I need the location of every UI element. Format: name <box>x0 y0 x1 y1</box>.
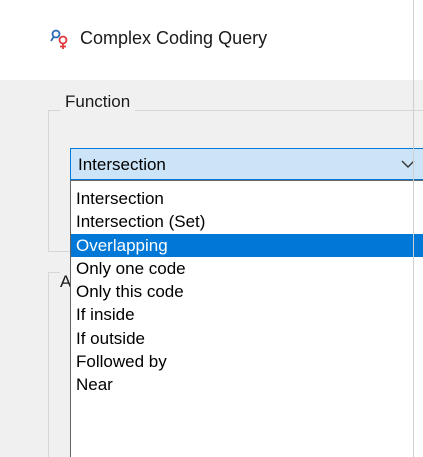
second-group-label: A <box>60 272 72 292</box>
option-if-inside[interactable]: If inside <box>71 303 423 326</box>
option-only-one-code[interactable]: Only one code <box>71 257 423 280</box>
option-if-outside[interactable]: If outside <box>71 327 423 350</box>
coding-query-icon <box>50 29 68 49</box>
option-only-this-code[interactable]: Only this code <box>71 280 423 303</box>
window-edge <box>413 0 414 457</box>
dialog-title: Complex Coding Query <box>80 28 268 48</box>
function-dropdown-list: Intersection Intersection (Set) Overlapp… <box>70 180 423 457</box>
function-group-label: Function <box>60 92 136 112</box>
option-near[interactable]: Near <box>71 373 423 396</box>
function-combobox-value: Intersection <box>78 155 166 174</box>
complex-coding-query-dialog: Complex Coding Query Function A Intersec… <box>0 0 423 457</box>
title-bar[interactable]: Complex Coding Query <box>0 0 423 80</box>
option-intersection[interactable]: Intersection <box>71 187 423 210</box>
function-combobox[interactable]: Intersection <box>70 148 423 180</box>
option-followed-by[interactable]: Followed by <box>71 350 423 373</box>
option-intersection-set[interactable]: Intersection (Set) <box>71 210 423 233</box>
option-overlapping[interactable]: Overlapping <box>71 233 423 257</box>
